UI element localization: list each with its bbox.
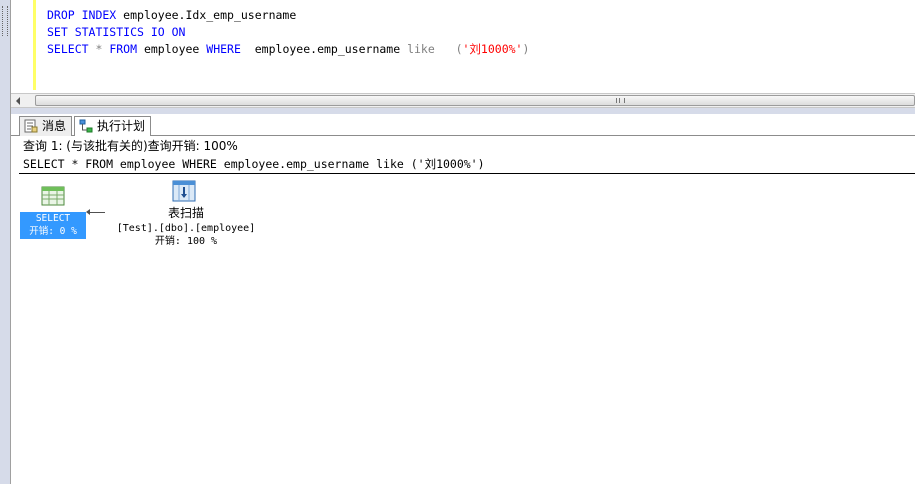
query-cost-text: 查询 1: (与该批有关的)查询开销: 100% xyxy=(23,139,238,153)
query-editor[interactable]: DROP INDEX employee.Idx_emp_username SET… xyxy=(11,0,915,93)
query-text: SELECT * FROM employee WHERE employee.em… xyxy=(23,157,485,171)
keyword: DROP INDEX xyxy=(47,8,117,22)
string-literal: '刘1000%' xyxy=(462,42,523,56)
tab-label: 消息 xyxy=(42,119,67,133)
scan-node-name: 表扫描 xyxy=(167,206,204,220)
editor-change-margin xyxy=(33,0,36,90)
results-tab-strip: 消息 执行计划 xyxy=(11,114,915,137)
scan-node-cost: 开销: 100 % xyxy=(154,236,218,247)
select-operator-icon xyxy=(41,186,65,206)
messages-icon xyxy=(24,119,38,133)
code-text: employee.emp_username xyxy=(240,42,408,56)
scroll-left-arrow-icon[interactable] xyxy=(16,97,20,105)
code-text: * xyxy=(88,42,110,56)
execution-plan-pane: 查询 1: (与该批有关的)查询开销: 100% SELECT * FROM e… xyxy=(11,136,915,484)
tab-messages[interactable]: 消息 xyxy=(19,116,73,136)
editor-horizontal-scrollbar[interactable] xyxy=(11,93,915,108)
operator: like xyxy=(407,42,435,56)
code-text: employee.Idx_emp_username xyxy=(116,8,297,22)
query-text-line: SELECT * FROM employee WHERE employee.em… xyxy=(23,156,485,172)
code-line-3: SELECT * FROM employee WHERE employee.em… xyxy=(47,41,529,58)
plan-node-select[interactable]: SELECT 开销: 0 % xyxy=(20,184,86,242)
plan-node-table-scan[interactable]: 表扫描 [Test].[dbo].[employee] 开销: 100 % xyxy=(106,180,266,250)
scrollbar-thumb[interactable] xyxy=(35,95,915,106)
scan-node-object: [Test].[dbo].[employee] xyxy=(116,223,256,234)
code-line-1: DROP INDEX employee.Idx_emp_username xyxy=(47,7,296,24)
keyword: SET STATISTICS IO ON xyxy=(47,25,186,39)
code-text: employee xyxy=(137,42,207,56)
paren: ( xyxy=(455,42,463,56)
divider xyxy=(19,173,915,174)
keyword: WHERE xyxy=(206,42,241,56)
query-cost-header: 查询 1: (与该批有关的)查询开销: 100% xyxy=(23,138,238,154)
code-line-2: SET STATISTICS IO ON xyxy=(47,24,185,41)
select-node-label: SELECT 开销: 0 % xyxy=(20,212,86,239)
flow-arrow xyxy=(89,212,105,213)
tab-label: 执行计划 xyxy=(97,119,146,133)
table-scan-icon xyxy=(172,180,196,202)
thumb-grip-icon xyxy=(616,98,625,103)
execution-plan-icon xyxy=(79,119,93,133)
keyword: FROM xyxy=(109,42,138,56)
left-splitter-strip xyxy=(0,0,11,484)
tab-execution-plan[interactable]: 执行计划 xyxy=(74,116,152,137)
grip-handle[interactable] xyxy=(2,6,8,36)
select-node-cost: 开销: 0 % xyxy=(29,226,77,237)
paren: ) xyxy=(522,42,530,56)
keyword: SELECT xyxy=(47,42,89,56)
select-node-name: SELECT xyxy=(35,213,71,224)
